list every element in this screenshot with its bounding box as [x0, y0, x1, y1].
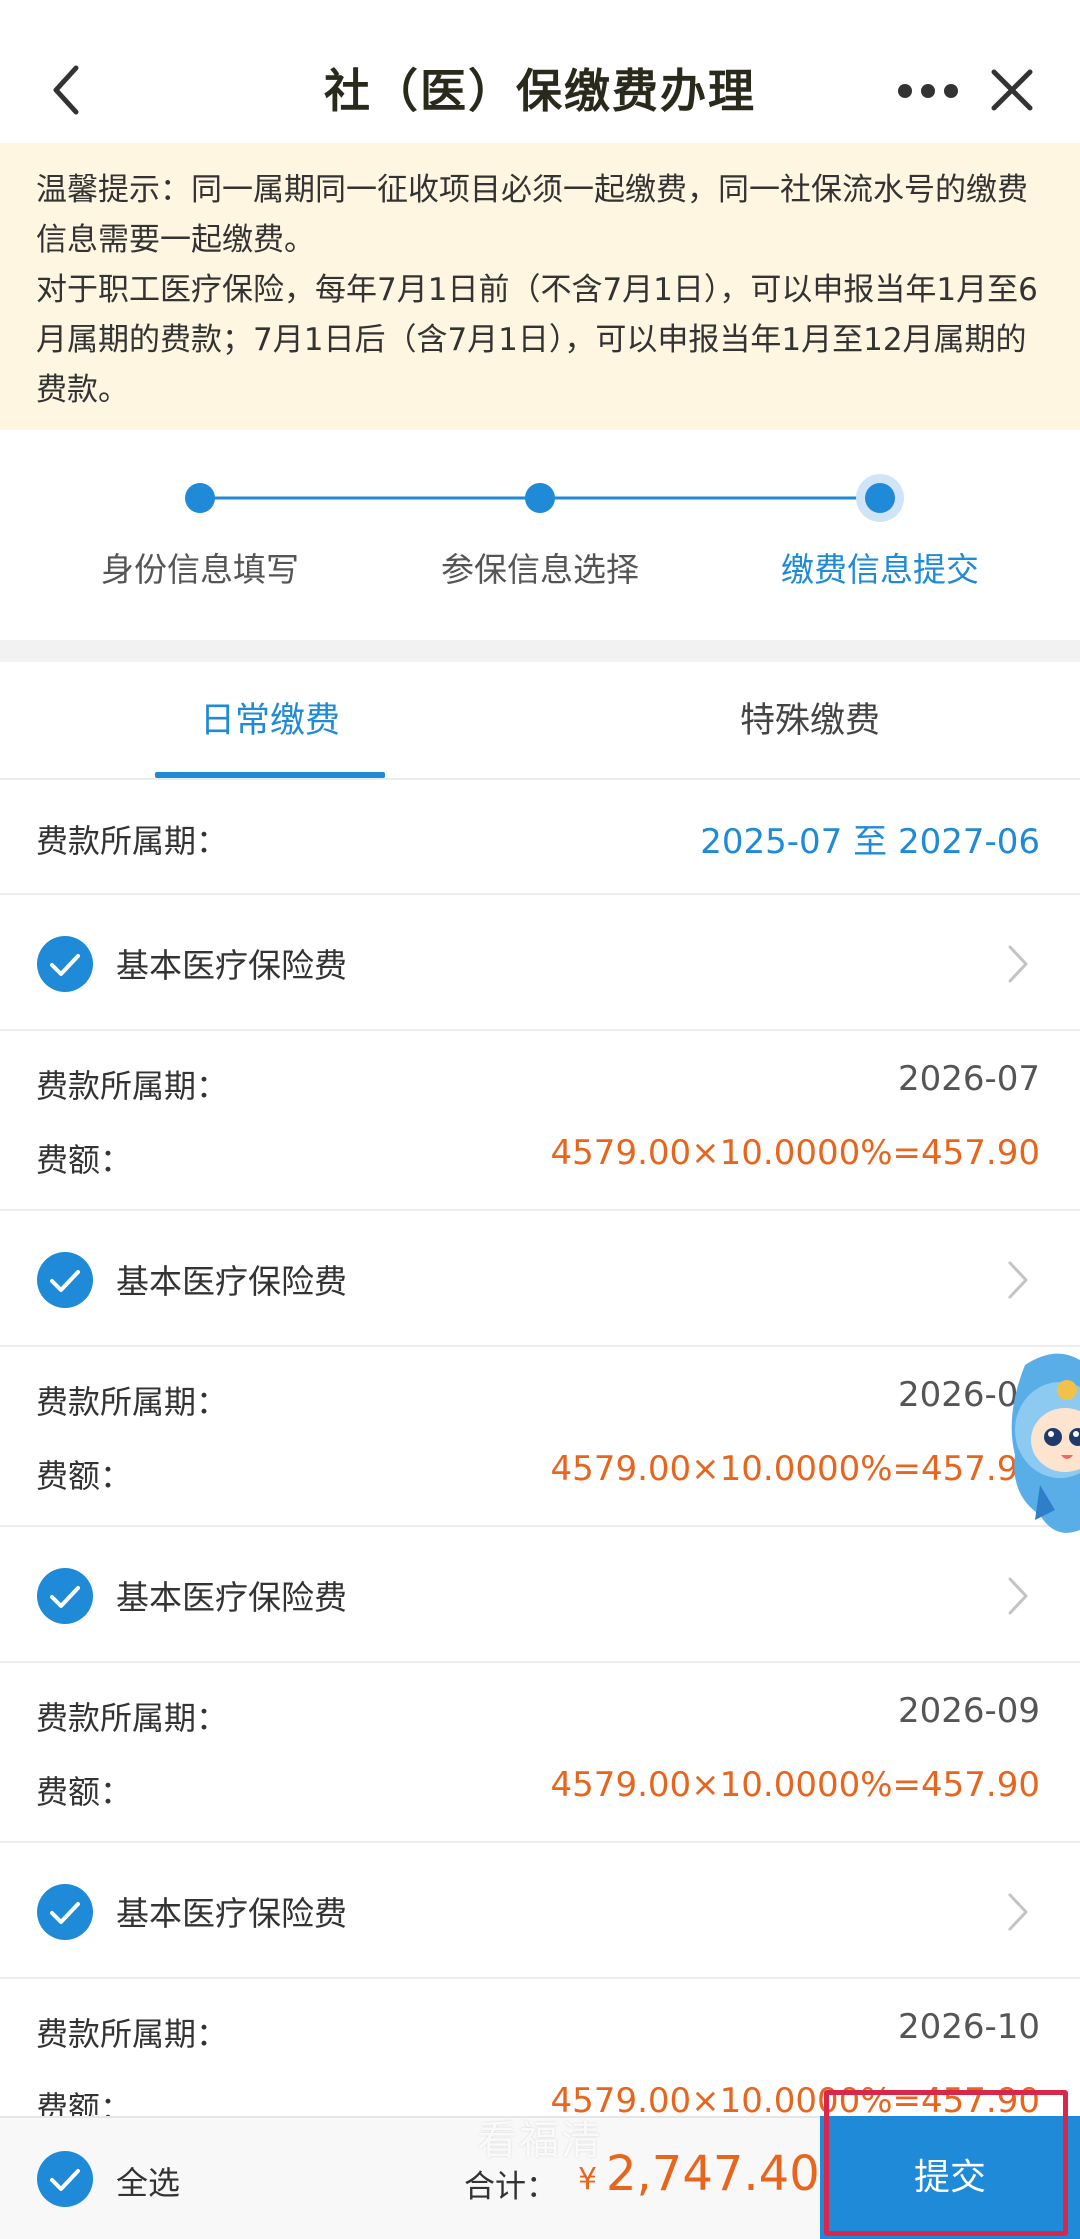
payment-type-tabs: 日常缴费 特殊缴费 [0, 662, 1080, 780]
active-tab-indicator [155, 772, 385, 778]
steps-track [185, 474, 904, 522]
period-range-label: 费款所属期： [36, 822, 229, 860]
period-range-row[interactable]: 费款所属期： 2025-07 至 2027-06 [0, 780, 1080, 895]
fee-period-value: 2026-09 [897, 1691, 1040, 1731]
chevron-right-icon[interactable] [1006, 1575, 1030, 1617]
app-header: 社（医）保缴费办理 [0, 0, 1080, 143]
progress-steps: 身份信息填写 参保信息选择 缴费信息提交 [0, 430, 1080, 640]
more-horizontal-icon[interactable] [896, 76, 960, 106]
fee-item-detail: 费款所属期： 2026-08 费额： 4579.00×10.0000%=457.… [0, 1347, 1080, 1527]
fee-item-header[interactable]: 基本医疗保险费 [0, 1211, 1080, 1347]
fee-amount-label: 费额： [36, 1457, 133, 1495]
check-circle-icon[interactable] [36, 1251, 94, 1309]
step-label-insurance: 参保信息选择 [441, 550, 639, 589]
notice-text-2: 对于职工医疗保险，每年7月1日前（不含7月1日），可以申报当年1月至6月属期的费… [36, 272, 1038, 408]
chevron-right-icon[interactable] [1006, 943, 1030, 985]
warm-tip-notice: 温馨提示：同一属期同一征收项目必须一起缴费，同一社保流水号的缴费信息需要一起缴费… [0, 143, 1080, 430]
check-circle-icon[interactable] [36, 1567, 94, 1625]
fee-period-label: 费款所属期： [36, 1067, 229, 1105]
watermark-logo: 看福清 [477, 2118, 603, 2164]
step-2-dot [525, 483, 555, 513]
fee-item-name: 基本医疗保险费 [116, 1578, 347, 1617]
fee-item-detail: 费款所属期： 2026-07 费额： 4579.00×10.0000%=457.… [0, 1031, 1080, 1211]
fee-item-name: 基本医疗保险费 [116, 946, 347, 985]
check-circle-icon[interactable] [36, 1883, 94, 1941]
fee-period-label: 费款所属期： [36, 1383, 229, 1421]
fee-period-label: 费款所属期： [36, 2015, 229, 2053]
period-range-value[interactable]: 2025-07 至 2027-06 [700, 814, 1040, 863]
check-circle-icon[interactable] [36, 935, 94, 993]
chevron-right-icon[interactable] [1006, 1259, 1030, 1301]
fee-item-detail: 费款所属期： 2026-09 费额： 4579.00×10.0000%=457.… [0, 1663, 1080, 1843]
fee-amount-value: 4579.00×10.0000%=457.90 [550, 1765, 1040, 1805]
check-circle-icon[interactable] [36, 2150, 94, 2208]
fee-amount-value: 4579.00×10.0000%=457.90 [550, 1133, 1040, 1173]
fee-amount-label: 费额： [36, 1773, 133, 1811]
fee-period-label: 费款所属期： [36, 1699, 229, 1737]
notice-text-1: 温馨提示：同一属期同一征收项目必须一起缴费，同一社保流水号的缴费信息需要一起缴费… [36, 172, 1028, 258]
tab-daily-payment[interactable]: 日常缴费 [120, 692, 420, 743]
select-all-label[interactable]: 全选 [116, 2158, 180, 2204]
submit-button[interactable]: 提交 [820, 2116, 1080, 2239]
fee-period-value: 2026-07 [897, 1059, 1040, 1099]
fee-item-header[interactable]: 基本医疗保险费 [0, 895, 1080, 1031]
fee-item-name: 基本医疗保险费 [116, 1262, 347, 1301]
step-3-dot [865, 483, 895, 513]
fee-amount-label: 费额： [36, 1141, 133, 1179]
section-divider [0, 640, 1080, 662]
fee-amount-value: 4579.00×10.0000%=457.90 [550, 1449, 1040, 1489]
fee-period-value: 2026-10 [897, 2007, 1040, 2047]
chevron-right-icon[interactable] [1006, 1891, 1030, 1933]
fee-item-name: 基本医疗保险费 [116, 1894, 347, 1933]
close-icon[interactable] [988, 66, 1036, 114]
tab-special-payment[interactable]: 特殊缴费 [660, 692, 960, 743]
fee-item-header[interactable]: 基本医疗保险费 [0, 1843, 1080, 1979]
step-label-payment: 缴费信息提交 [781, 550, 979, 589]
mascot-assistant-icon[interactable] [985, 1345, 1080, 1545]
step-label-identity: 身份信息填写 [101, 550, 299, 589]
fee-item-header[interactable]: 基本医疗保险费 [0, 1527, 1080, 1663]
step-1-dot [185, 483, 215, 513]
